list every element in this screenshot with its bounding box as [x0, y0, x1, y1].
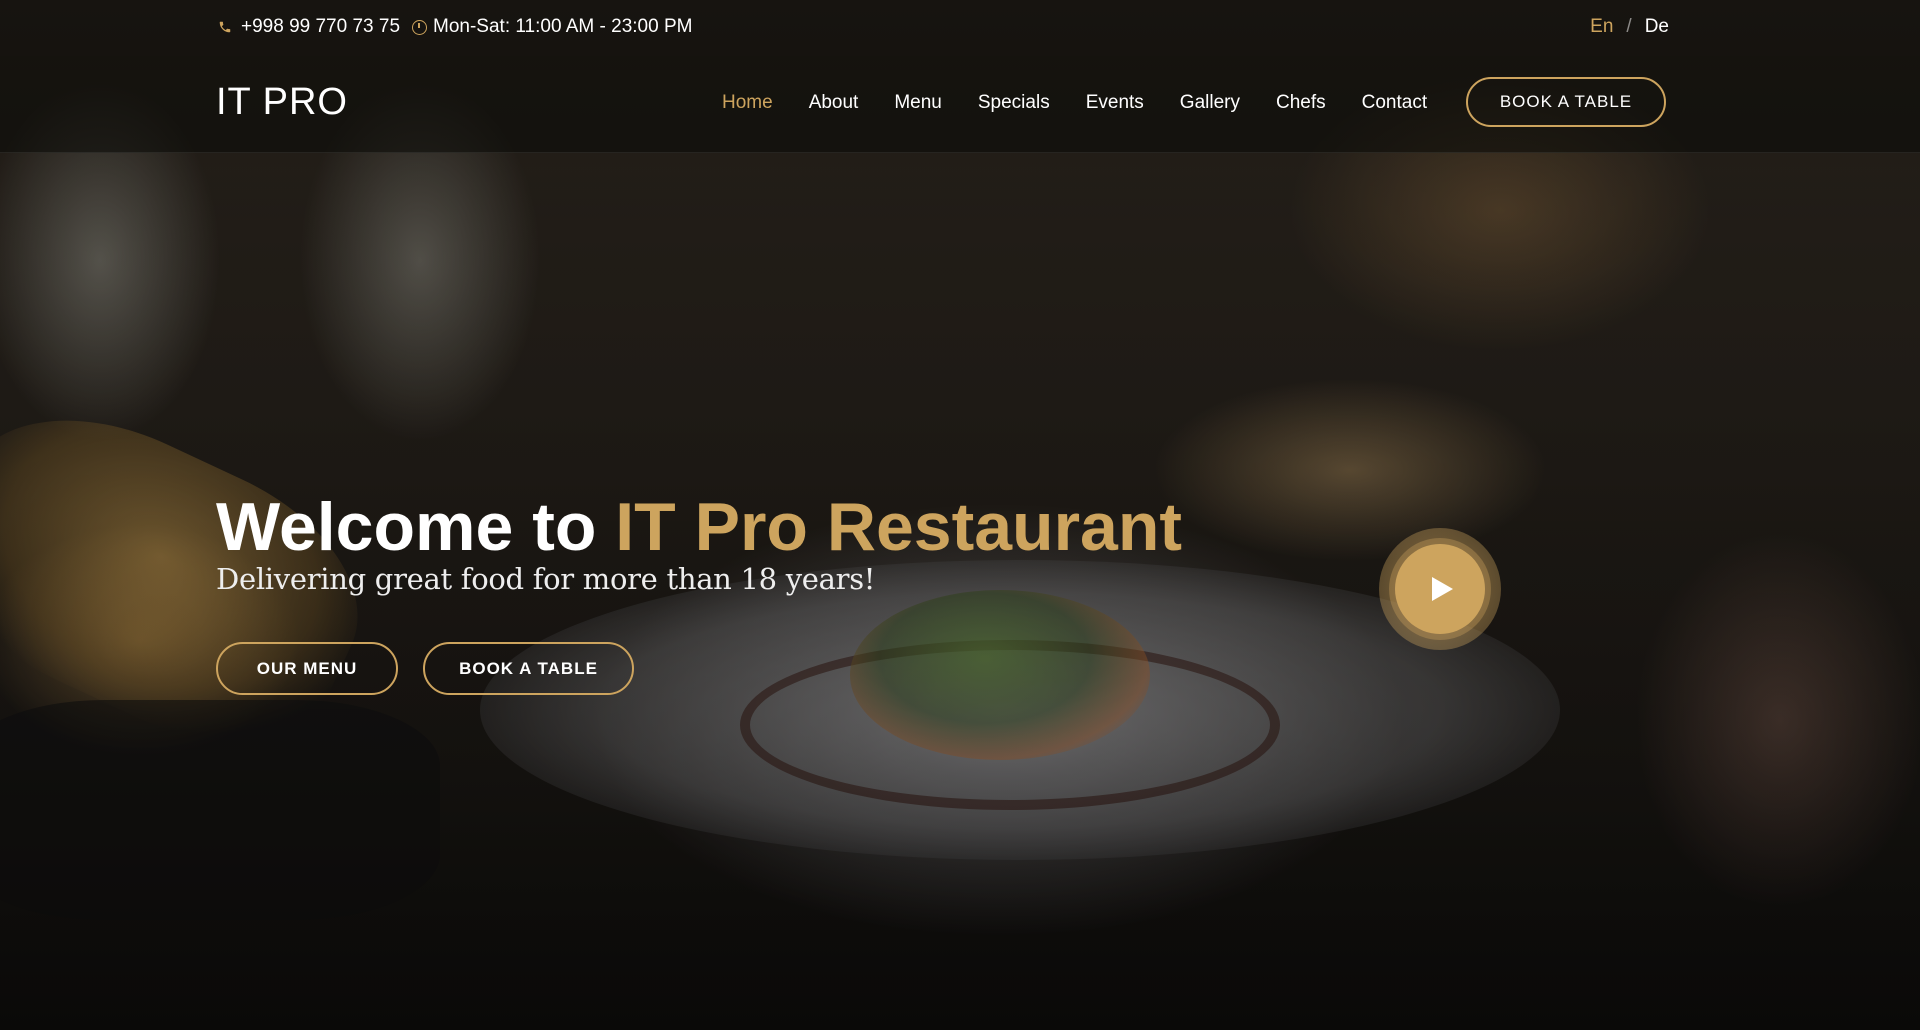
book-table-button[interactable]: BOOK A TABLE: [423, 642, 634, 695]
contact-info: +998 99 770 73 75 Mon-Sat: 11:00 AM - 23…: [218, 16, 692, 38]
nav-about[interactable]: About: [809, 92, 859, 114]
basket-background-image: [0, 700, 440, 920]
video-play-button[interactable]: [1379, 528, 1501, 650]
opening-hours: Mon-Sat: 11:00 AM - 23:00 PM: [433, 16, 693, 37]
sauce-background-image: [740, 640, 1280, 810]
clock-icon: [412, 19, 428, 35]
nav-contact[interactable]: Contact: [1362, 92, 1427, 114]
book-table-header-button[interactable]: BOOK A TABLE: [1466, 77, 1666, 127]
language-switcher: En / De: [1590, 16, 1669, 38]
topbar: +998 99 770 73 75 Mon-Sat: 11:00 AM - 23…: [0, 0, 1920, 56]
dish-background-image: [850, 590, 1150, 760]
nav-gallery[interactable]: Gallery: [1180, 92, 1240, 114]
lang-de-link[interactable]: De: [1645, 16, 1669, 38]
play-button-circle[interactable]: [1395, 544, 1485, 634]
hero-title: Welcome to IT Pro Restaurant: [216, 488, 1182, 566]
phone-number[interactable]: +998 99 770 73 75: [241, 16, 400, 38]
site-header: IT PRO Home About Menu Specials Events G…: [0, 56, 1920, 153]
hero-subtitle: Delivering great food for more than 18 y…: [216, 562, 876, 596]
lang-en-link[interactable]: En: [1590, 16, 1613, 38]
hero-title-prefix: Welcome to: [216, 489, 616, 565]
hero-title-accent: IT Pro Restaurant: [615, 489, 1183, 565]
nav-specials[interactable]: Specials: [978, 92, 1050, 114]
site-logo[interactable]: IT PRO: [216, 81, 348, 124]
main-nav: Home About Menu Specials Events Gallery …: [722, 92, 1463, 114]
phone-icon: [218, 20, 232, 34]
lang-separator: /: [1626, 16, 1632, 37]
play-icon: [1432, 577, 1453, 601]
our-menu-button[interactable]: OUR MENU: [216, 642, 398, 695]
nav-chefs[interactable]: Chefs: [1276, 92, 1326, 114]
nav-events[interactable]: Events: [1086, 92, 1144, 114]
nav-menu[interactable]: Menu: [894, 92, 942, 114]
nav-home[interactable]: Home: [722, 92, 773, 114]
